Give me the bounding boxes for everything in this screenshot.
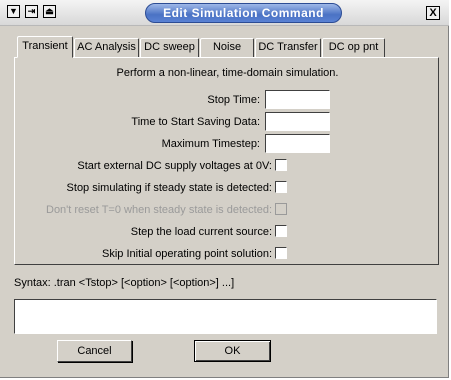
pin-icon[interactable]: ⇥ <box>25 5 38 18</box>
eject-icon[interactable]: ⏏ <box>43 5 56 18</box>
stop-time-row: Stop Time: <box>15 90 440 110</box>
start-dc-zero-label: Start external DC supply voltages at 0V: <box>77 160 272 172</box>
tab-transient[interactable]: Transient <box>17 36 73 58</box>
skip-initial-row: Skip Initial operating point solution: <box>15 244 440 264</box>
cancel-button[interactable]: Cancel <box>57 340 132 362</box>
ok-button[interactable]: OK <box>194 340 271 362</box>
step-load-checkbox[interactable] <box>275 225 287 237</box>
start-saving-row: Time to Start Saving Data: <box>15 112 440 132</box>
start-saving-input[interactable] <box>265 112 330 131</box>
transient-panel: Perform a non-linear, time-domain simula… <box>14 57 439 265</box>
max-timestep-input[interactable] <box>265 134 330 153</box>
start-saving-label: Time to Start Saving Data: <box>131 116 260 128</box>
edit-simulation-dialog: ▼ ⇥ ⏏ Edit Simulation Command X Transien… <box>0 0 449 378</box>
tab-ac-analysis[interactable]: AC Analysis <box>74 38 139 57</box>
syntax-label: Syntax: .tran <Tstop> [<option> [<option… <box>14 277 235 289</box>
tab-dc-transfer[interactable]: DC Transfer <box>255 38 321 57</box>
step-load-row: Step the load current source: <box>15 222 440 242</box>
step-load-label: Step the load current source: <box>130 226 272 238</box>
window-title: Edit Simulation Command <box>145 3 342 23</box>
menu-down-icon[interactable]: ▼ <box>7 5 20 18</box>
stop-time-input[interactable] <box>265 90 330 109</box>
dont-reset-checkbox <box>275 203 287 215</box>
start-dc-zero-row: Start external DC supply voltages at 0V: <box>15 156 440 176</box>
tab-dc-sweep[interactable]: DC sweep <box>140 38 199 57</box>
stop-steady-checkbox[interactable] <box>275 181 287 193</box>
stop-time-label: Stop Time: <box>207 94 260 106</box>
stop-steady-label: Stop simulating if steady state is detec… <box>66 182 272 194</box>
dont-reset-label: Don't reset T=0 when steady state is det… <box>46 204 272 216</box>
tab-dc-op-pnt[interactable]: DC op pnt <box>322 38 385 57</box>
close-icon[interactable]: X <box>426 6 440 20</box>
tab-noise[interactable]: Noise <box>200 38 254 57</box>
skip-initial-checkbox[interactable] <box>275 247 287 259</box>
max-timestep-row: Maximum Timestep: <box>15 134 440 154</box>
syntax-command-field[interactable] <box>14 299 437 334</box>
start-dc-zero-checkbox[interactable] <box>275 159 287 171</box>
skip-initial-label: Skip Initial operating point solution: <box>102 248 272 260</box>
title-bar[interactable]: ▼ ⇥ ⏏ Edit Simulation Command X <box>0 0 449 26</box>
dont-reset-row: Don't reset T=0 when steady state is det… <box>15 200 440 220</box>
max-timestep-label: Maximum Timestep: <box>161 138 260 150</box>
stop-steady-row: Stop simulating if steady state is detec… <box>15 178 440 198</box>
analysis-description: Perform a non-linear, time-domain simula… <box>116 67 339 79</box>
